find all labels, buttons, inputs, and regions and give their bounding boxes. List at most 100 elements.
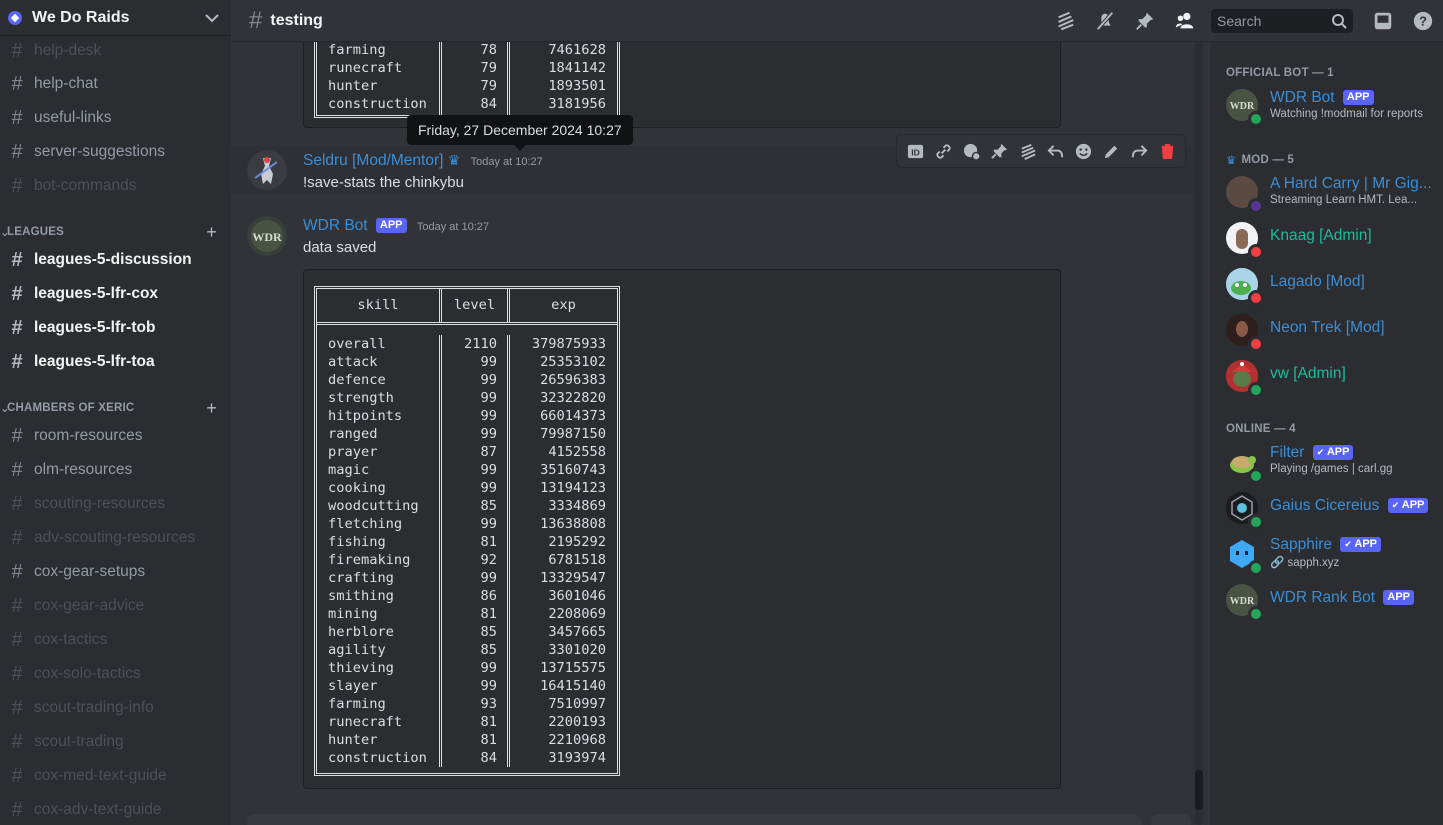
member-filter[interactable]: Filter APP Playing /games | carl.gg <box>1226 441 1435 484</box>
skill-cell: thieving <box>328 660 394 676</box>
channel-olm-resources[interactable]: # olm-resources <box>6 455 223 485</box>
plus-icon[interactable]: + <box>206 222 217 243</box>
member-sapphire[interactable]: Sapphire APP 🔗 sapph.xyz <box>1226 533 1435 576</box>
scrollbar-track[interactable] <box>1195 42 1203 825</box>
plus-icon[interactable]: + <box>206 398 217 419</box>
server-header[interactable]: We Do Raids <box>0 0 231 36</box>
hash-icon: # <box>11 282 23 305</box>
avatar[interactable] <box>247 150 287 190</box>
member-wdr-rank-bot[interactable]: WDR WDR Rank Bot APP <box>1226 579 1435 622</box>
channel-bot-commands[interactable]: # bot-commands <box>6 171 223 201</box>
skill-cell: crafting <box>328 570 394 586</box>
channel-cox-med-text-guide[interactable]: # cox-med-text-guide <box>6 761 223 791</box>
member-knaag[interactable]: Knaag [Admin] <box>1226 217 1435 260</box>
channel-room-resources[interactable]: # room-resources <box>6 421 223 451</box>
channel-useful-links[interactable]: # useful-links <box>6 103 223 133</box>
member-name: vw [Admin] <box>1270 365 1346 382</box>
message-timestamp[interactable]: Today at 10:27 <box>471 156 543 168</box>
avatar[interactable]: WDR <box>247 216 287 256</box>
channel-label: scout-trading <box>34 733 124 750</box>
add-reaction-icon[interactable] <box>1069 137 1097 165</box>
category-label: CHAMBERS OF XERIC <box>7 402 135 414</box>
member-activity: Playing /games | carl.gg <box>1270 463 1393 475</box>
hash-icon: # <box>11 316 23 339</box>
exp-cell: 379875933 <box>531 336 606 352</box>
edit-icon[interactable] <box>1097 137 1125 165</box>
member-wdr-bot[interactable]: WDR WDR Bot APP Watching !modmail for re… <box>1226 84 1435 127</box>
level-cell: 81 <box>480 606 497 622</box>
channel-leagues-5-lfr-tob[interactable]: # leagues-5-lfr-tob <box>6 313 223 343</box>
copy-id-icon[interactable]: ID <box>901 137 929 165</box>
forward-icon[interactable] <box>1125 137 1153 165</box>
search-input[interactable]: Search <box>1211 8 1353 33</box>
hash-icon: # <box>11 696 23 719</box>
delete-icon[interactable] <box>1153 137 1181 165</box>
code-block: skill level exp overall attack defence stre… <box>303 269 1061 789</box>
channel-leagues-5-discussion[interactable]: # leagues-5-discussion <box>6 245 223 275</box>
category-chambers-of-xeric[interactable]: ⌄ CHAMBERS OF XERIC + <box>0 398 217 419</box>
channel-scout-trading-info[interactable]: # scout-trading-info <box>6 693 223 723</box>
channel-help-desk[interactable]: # help-desk <box>6 36 223 66</box>
channel-cox-tactics[interactable]: # cox-tactics <box>6 625 223 655</box>
channel-adv-scouting-resources[interactable]: # adv-scouting-resources <box>6 523 223 553</box>
skill-cell: herblore <box>328 624 394 640</box>
author-name[interactable]: WDR Bot <box>303 217 368 234</box>
hash-icon: # <box>11 764 23 787</box>
members-icon[interactable] <box>1173 9 1197 33</box>
channel-scouting-resources[interactable]: # scouting-resources <box>6 489 223 519</box>
channel-sidebar: We Do Raids # help-desk # help-chat # usefu… <box>0 0 231 825</box>
message-author[interactable]: WDR Bot APP Today at 10:27 <box>303 217 489 235</box>
member-name: Gaius Cicereius APP <box>1270 497 1429 515</box>
link-icon[interactable] <box>929 137 957 165</box>
threads-icon[interactable] <box>1013 137 1041 165</box>
channel-cox-gear-advice[interactable]: # cox-gear-advice <box>6 591 223 621</box>
exp-cell: 26596383 <box>540 372 606 388</box>
member-a-hard-carry[interactable]: A Hard Carry | Mr Gig... Streaming Learn… <box>1226 171 1435 214</box>
member-gaius-cicereius[interactable]: Gaius Cicereius APP <box>1226 487 1435 530</box>
channel-cox-solo-tactics[interactable]: # cox-solo-tactics <box>6 659 223 689</box>
scrollbar-thumb[interactable] <box>1195 770 1203 810</box>
server-name: We Do Raids <box>32 8 130 26</box>
pin-icon[interactable] <box>985 137 1013 165</box>
level-cell: 99 <box>480 408 497 424</box>
threads-icon[interactable] <box>1053 9 1077 33</box>
channel-list: # help-desk # help-chat # useful-links # ser… <box>0 36 231 825</box>
message-author[interactable]: Seldru [Mod/Mentor] ♛ Today at 10:27 <box>303 152 543 170</box>
level-cell: 85 <box>480 642 497 658</box>
channel-leagues-5-lfr-cox[interactable]: # leagues-5-lfr-cox <box>6 279 223 309</box>
member-neon-trek[interactable]: Neon Trek [Mod] <box>1226 309 1435 352</box>
category-leagues[interactable]: ⌄ LEAGUES + <box>0 222 217 243</box>
reply-icon[interactable] <box>1041 137 1069 165</box>
channel-scout-trading[interactable]: # scout-trading <box>6 727 223 757</box>
help-icon[interactable]: ? <box>1411 9 1435 33</box>
exp-cell: 4152558 <box>548 444 606 460</box>
hash-icon: # <box>11 526 23 549</box>
hash-icon: # <box>11 39 23 62</box>
pin-icon[interactable] <box>1133 9 1157 33</box>
member-vw[interactable]: vw [Admin] <box>1226 355 1435 398</box>
channel-label: scout-trading-info <box>34 699 154 716</box>
channel-label: useful-links <box>34 109 112 126</box>
exp-cell: 3334869 <box>548 498 606 514</box>
message-composer[interactable] <box>247 814 1141 825</box>
channel-help-chat[interactable]: # help-chat <box>6 69 223 99</box>
reply-thread-icon[interactable] <box>957 137 985 165</box>
mute-bell-icon[interactable] <box>1093 9 1117 33</box>
composer-extra[interactable] <box>1151 814 1191 825</box>
stats-table-previous: farming 78 7461628 runecraft 79 1841142 hunt… <box>314 42 620 118</box>
exp-cell: 3193974 <box>548 750 606 766</box>
hash-icon: # <box>249 6 263 34</box>
channel-server-suggestions[interactable]: # server-suggestions <box>6 137 223 167</box>
inbox-icon[interactable] <box>1371 9 1395 33</box>
mod-crown-icon: ♛ <box>447 152 461 168</box>
message-timestamp[interactable]: Today at 10:27 <box>417 221 489 233</box>
channel-label: cox-gear-advice <box>34 597 145 614</box>
channel-cox-gear-setups[interactable]: # cox-gear-setups <box>6 557 223 587</box>
member-lagado[interactable]: Lagado [Mod] <box>1226 263 1435 306</box>
channel-leagues-5-lfr-toa[interactable]: # leagues-5-lfr-toa <box>6 347 223 377</box>
author-name[interactable]: Seldru [Mod/Mentor] <box>303 152 443 169</box>
exp-cell: 13715575 <box>540 660 606 676</box>
column-header: level <box>442 289 510 322</box>
channel-cox-adv-text-guide[interactable]: # cox-adv-text-guide <box>6 795 223 825</box>
chevron-down-icon[interactable] <box>205 10 219 26</box>
